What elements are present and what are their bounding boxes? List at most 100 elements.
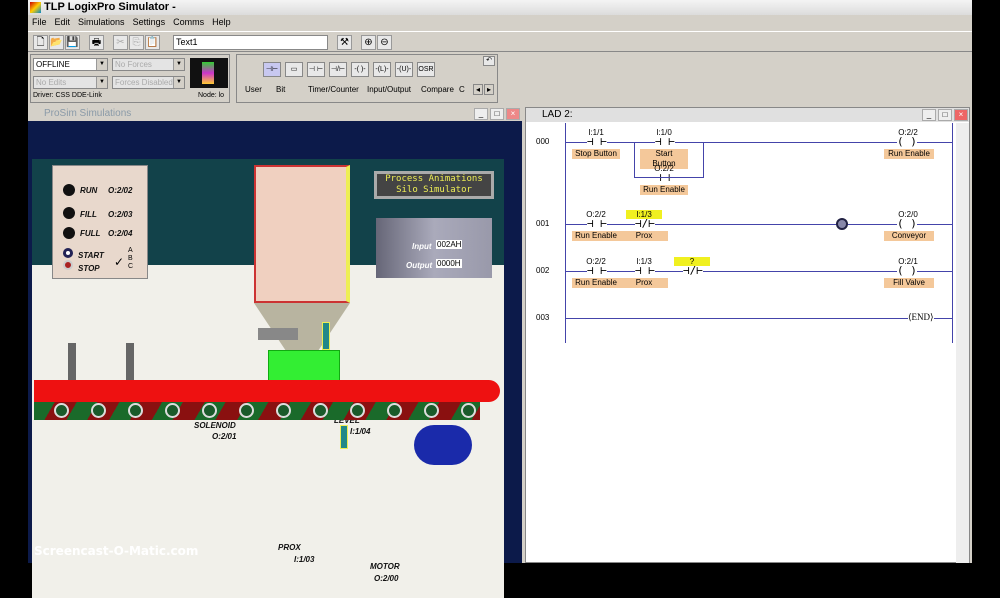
cut-icon[interactable]: ✂ [113,35,128,50]
print-icon[interactable]: 🖶 [89,35,104,50]
no-contact-icon[interactable]: ⊣ ⊢ [587,265,607,276]
toolbar: 🗋 📂 💾 🖶 ✂ ⎘ 📋 Text1 ⚒ ⊕ ⊖ [28,31,972,52]
contact-tag: Stop Button [572,149,620,159]
run-lamp-icon [63,184,75,196]
coil-icon[interactable]: ( ) [897,265,917,276]
coil-icon[interactable]: ( ) [897,136,917,147]
title-bar: TLP LogixPro Simulator - [28,0,972,15]
solenoid-valve-icon [258,328,298,340]
no-contact-icon[interactable]: ⊣ ⊢ [587,136,607,147]
right-rail [952,123,953,343]
contact-tag: Run Enable [572,278,620,288]
ladder-window: LAD 2: _ □ × 000 I:1/1 ⊣ ⊢ Stop Button I:1/0… [525,107,970,563]
close-button[interactable]: × [506,108,520,120]
branch-start-button[interactable]: ▭ [285,62,303,77]
minimize-button[interactable]: _ [474,108,488,120]
zoom-out-icon[interactable]: ⊖ [377,35,392,50]
plc-input-value: 002AH [436,240,463,249]
tab-scroll-left[interactable]: ◂ [473,84,484,95]
menu-edit[interactable]: Edit [55,17,71,27]
maximize-button[interactable]: □ [490,108,504,120]
start-button[interactable] [63,248,73,258]
lad-close-button[interactable]: × [954,109,968,121]
prosim-title: ProSim Simulations [28,107,522,121]
app-title: TLP LogixPro Simulator - [44,1,176,13]
plc-input-label: Input [412,242,432,251]
solenoid-addr: O:2/01 [212,432,237,441]
end-instruction: ⟨END⟩ [908,312,934,323]
rung-number: 003 [536,313,550,322]
tab-timer-counter[interactable]: Timer/Counter [308,85,359,94]
tab-user[interactable]: User [245,85,262,94]
save-icon[interactable]: 💾 [65,35,80,50]
ote-button[interactable]: -( )- [351,62,369,77]
stop-button[interactable] [63,260,73,270]
menu-bar: File Edit Simulations Settings Comms Help [28,15,972,30]
osr-button[interactable]: OSR [417,62,435,77]
roller-icon [128,403,143,418]
roller-icon [239,403,254,418]
mode-select[interactable]: OFFLINE ▼ [33,58,108,71]
level-addr: I:1/04 [350,427,371,436]
plc-output-value: 0000H [436,259,462,268]
branch-button[interactable]: ⊣⊢ [263,62,281,77]
menu-comms[interactable]: Comms [173,17,204,27]
palette-close-icon[interactable]: ↶ [483,56,495,66]
tab-scroll-right[interactable]: ▸ [484,84,495,95]
menu-file[interactable]: File [32,17,47,27]
xic-button[interactable]: ⊣ ⊢ [307,62,325,77]
selector-positions: ABC [128,247,134,270]
no-contact-icon[interactable]: ⊣ ⊢ [587,218,607,229]
nc-contact-icon[interactable]: ⊣/⊢ [635,218,655,229]
fill-lamp-icon [63,207,75,219]
nc-contact-icon[interactable]: ⊣/⊢ [683,265,703,276]
level-sensor-icon [322,322,330,350]
zoom-in-icon[interactable]: ⊕ [361,35,376,50]
rung-number: 001 [536,219,550,228]
tab-input-output[interactable]: Input/Output [367,85,411,94]
branch [634,142,704,178]
coil-icon[interactable]: ( ) [897,218,917,229]
rung-wire [566,142,952,143]
node-label: Node: lo [198,92,225,99]
left-rail [565,123,566,343]
menu-settings[interactable]: Settings [133,17,166,27]
lad-maximize-button[interactable]: □ [938,109,952,121]
otu-button[interactable]: -(U)- [395,62,413,77]
text-field[interactable]: Text1 [173,35,328,50]
tab-more[interactable]: C [459,85,465,94]
new-file-icon[interactable]: 🗋 [33,35,48,50]
motor-label: MOTOR [370,562,400,571]
lad-minimize-button[interactable]: _ [922,109,936,121]
rung-number: 002 [536,266,550,275]
menu-help[interactable]: Help [212,17,231,27]
run-label: RUN [80,186,98,195]
forces-state-select[interactable]: Forces Disabled ▼ [112,76,185,89]
cursor-icon [836,218,848,230]
open-folder-icon[interactable]: 📂 [49,35,64,50]
roller-icon [54,403,69,418]
lad-scrollbar[interactable] [956,123,969,563]
copy-icon[interactable]: ⎘ [129,35,144,50]
paste-icon[interactable]: 📋 [145,35,160,50]
full-lamp-icon [63,227,75,239]
run-addr: O:2/02 [108,186,133,195]
tools-icon[interactable]: ⚒ [337,35,352,50]
no-contact-icon[interactable]: ⊣ ⊢ [635,265,655,276]
forces-select[interactable]: No Forces ▼ [112,58,185,71]
contact-tag: Prox [620,231,668,241]
ladder-logo-icon [190,58,228,88]
silo-tank [254,165,350,303]
coil-tag: Conveyor [884,231,934,241]
xio-button[interactable]: ⊣/⊢ [329,62,347,77]
fill-label: FILL [80,210,97,219]
rung-wire [566,224,952,225]
menu-simulations[interactable]: Simulations [78,17,125,27]
tab-bit[interactable]: Bit [276,85,285,94]
roller-icon [387,403,402,418]
edits-select[interactable]: No Edits ▼ [33,76,108,89]
otl-button[interactable]: -(L)- [373,62,391,77]
app-logo-icon [30,2,41,13]
tab-compare[interactable]: Compare [421,85,454,94]
selector-switch-icon[interactable]: ✓ [114,255,124,269]
